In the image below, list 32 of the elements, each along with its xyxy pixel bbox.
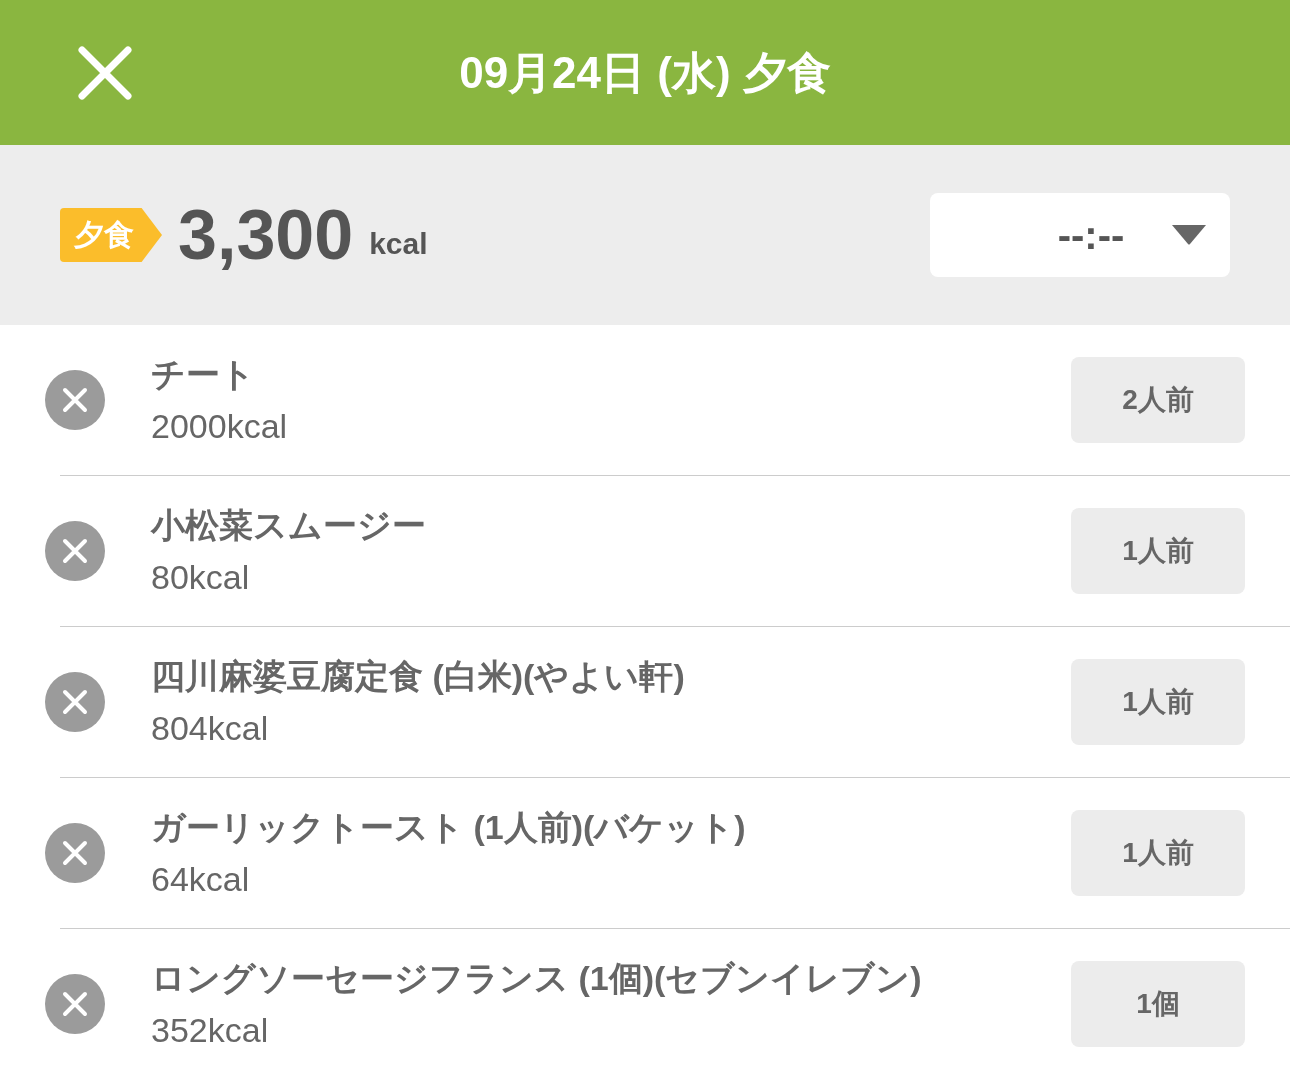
close-icon — [77, 44, 133, 101]
close-icon — [62, 538, 88, 564]
remove-item-button[interactable] — [45, 370, 105, 430]
food-calories: 64kcal — [151, 859, 250, 899]
food-name: 小松菜スムージー — [151, 505, 426, 545]
calorie-unit: kcal — [369, 229, 428, 259]
portion-button[interactable]: 1個 — [1071, 961, 1245, 1047]
remove-item-button[interactable] — [45, 974, 105, 1034]
meal-badge: 夕食 — [60, 208, 162, 262]
food-name: ロングソーセージフランス (1個)(セブンイレブン) — [151, 958, 922, 998]
close-icon — [62, 689, 88, 715]
remove-item-button[interactable] — [45, 672, 105, 732]
food-name: ガーリックトースト (1人前)(バケット) — [151, 807, 746, 847]
screen-title: 09月24日 (水) 夕食 — [459, 50, 831, 95]
food-name: 四川麻婆豆腐定食 (白米)(やよい軒) — [151, 656, 685, 696]
remove-item-button[interactable] — [45, 521, 105, 581]
portion-button[interactable]: 2人前 — [1071, 357, 1245, 443]
portion-button[interactable]: 1人前 — [1071, 508, 1245, 594]
time-select[interactable]: --:-- — [930, 193, 1230, 277]
remove-item-button[interactable] — [45, 823, 105, 883]
food-calories: 804kcal — [151, 708, 269, 748]
close-icon — [62, 387, 88, 413]
portion-button[interactable]: 1人前 — [1071, 659, 1245, 745]
food-calories: 352kcal — [151, 1010, 269, 1050]
dropdown-triangle-icon — [1172, 225, 1206, 245]
close-icon — [62, 840, 88, 866]
close-icon — [62, 991, 88, 1017]
food-calories: 80kcal — [151, 557, 250, 597]
total-calories: 3,300 — [178, 200, 354, 270]
portion-button[interactable]: 1人前 — [1071, 810, 1245, 896]
food-calories: 2000kcal — [151, 406, 288, 446]
food-name: チート — [151, 354, 255, 394]
